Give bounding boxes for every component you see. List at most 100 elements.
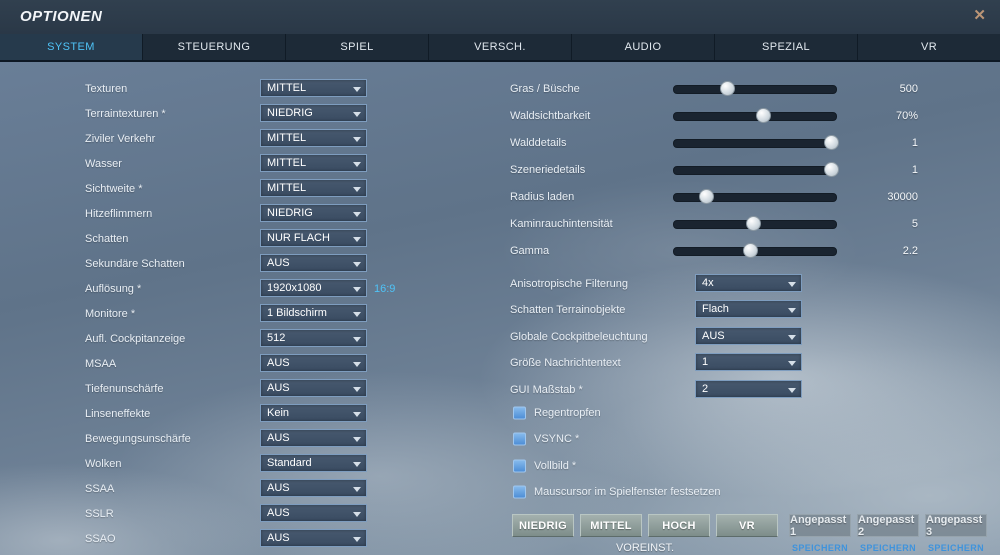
checkbox-regentropfen[interactable] [513, 406, 526, 419]
dropdown-hitzeflimmern[interactable]: NIEDRIG [260, 204, 367, 222]
preset-button-hoch[interactable]: HOCH [648, 514, 710, 537]
button-label: Angepasst 2 [858, 513, 915, 538]
settings-row-aufl-sung: Auflösung * 1920x1080 16:9 [0, 276, 500, 301]
dropdown-gr-e-nachrichtentext[interactable]: 1 [695, 353, 802, 371]
close-icon[interactable]: ✕ [973, 8, 986, 24]
slider-handle[interactable] [746, 216, 762, 231]
chevron-down-icon [353, 262, 361, 267]
slider-handle[interactable] [824, 162, 840, 177]
slider-track-gras-b-sche[interactable] [673, 81, 837, 96]
save-link-1[interactable]: SPEICHERN [789, 543, 851, 553]
setting-label: Tiefenunschärfe [85, 382, 164, 395]
dropdown-schatten[interactable]: NUR FLACH [260, 229, 367, 247]
tab-label: AUDIO [624, 41, 662, 53]
dropdown-sslr[interactable]: AUS [260, 504, 367, 522]
setting-label: Monitore * [85, 307, 136, 320]
chevron-down-icon [353, 387, 361, 392]
tab-system[interactable]: SYSTEM [0, 34, 143, 60]
custom-button-angepasst-1[interactable]: Angepasst 1 [789, 514, 851, 538]
tab-versch[interactable]: VERSCH. [429, 34, 572, 60]
settings-panel: Texturen MITTEL Terraintexturen * NIEDRIG Zi… [0, 62, 1000, 555]
dropdown-linseneffekte[interactable]: Kein [260, 404, 367, 422]
tab-steuerung[interactable]: STEUERUNG [143, 34, 286, 60]
save-link-2[interactable]: SPEICHERN [857, 543, 919, 553]
tab-label: VERSCH. [474, 41, 526, 53]
dropdown-gui-ma-stab[interactable]: 2 [695, 380, 802, 398]
preset-button-vr[interactable]: VR [716, 514, 778, 537]
dropdown-tiefenunsch-rfe[interactable]: AUS [260, 379, 367, 397]
chevron-down-icon [353, 337, 361, 342]
dropdown-msaa[interactable]: AUS [260, 354, 367, 372]
setting-label: Schatten [85, 232, 129, 245]
slider-row-gamma: Gamma 2.2 [500, 237, 1000, 264]
dropdown-texturen[interactable]: MITTEL [260, 79, 367, 97]
dropdown-value: MITTEL [267, 132, 307, 144]
checkbox-row-vollbild: Vollbild * [500, 453, 1000, 478]
settings-row-schatten-terrainobjekte: Schatten Terrainobjekte Flach [500, 297, 1000, 322]
slider-value: 500 [899, 82, 918, 95]
tab-vr[interactable]: VR [858, 34, 1000, 60]
setting-label: Gras / Büsche [510, 82, 580, 95]
preset-caption: VOREINST. [615, 542, 675, 554]
dropdown-monitore[interactable]: 1 Bildschirm [260, 304, 367, 322]
slider-track-waldsichtbarkeit[interactable] [673, 108, 837, 123]
chevron-down-icon [353, 87, 361, 92]
tab-label: SPEZIAL [761, 41, 811, 53]
dropdown-bewegungsunsch-rfe[interactable]: AUS [260, 429, 367, 447]
settings-row-terraintexturen: Terraintexturen * NIEDRIG [0, 101, 500, 126]
setting-label: Wasser [85, 157, 122, 170]
chevron-down-icon [353, 212, 361, 217]
dropdown-ziviler-verkehr[interactable]: MITTEL [260, 129, 367, 147]
tab-spezial[interactable]: SPEZIAL [715, 34, 858, 60]
dropdown-schatten-terrainobjekte[interactable]: Flach [695, 300, 802, 318]
dropdown-value: AUS [267, 257, 290, 269]
slider-handle[interactable] [720, 81, 736, 96]
chevron-down-icon [353, 362, 361, 367]
dropdown-ssao[interactable]: AUS [260, 529, 367, 547]
slider-track-radius-laden[interactable] [673, 189, 837, 204]
titlebar: OPTIONEN ✕ [0, 0, 1000, 35]
checkbox-mauscursor-im-spielfenster-festsetzen[interactable] [513, 485, 526, 498]
button-label: HOCH [662, 519, 696, 532]
tab-spiel[interactable]: SPIEL [286, 34, 429, 60]
tab-audio[interactable]: AUDIO [572, 34, 715, 60]
slider-handle[interactable] [699, 189, 715, 204]
dropdown-wolken[interactable]: Standard [260, 454, 367, 472]
settings-row-linseneffekte: Linseneffekte Kein [0, 401, 500, 426]
dropdown-aufl-sung[interactable]: 1920x1080 [260, 279, 367, 297]
preset-button-mittel[interactable]: MITTEL [580, 514, 642, 537]
dropdown-value: NUR FLACH [267, 232, 330, 244]
slider-handle[interactable] [756, 108, 772, 123]
chevron-down-icon [353, 287, 361, 292]
dropdown-wasser[interactable]: MITTEL [260, 154, 367, 172]
slider-track-kaminrauchintensit-t[interactable] [673, 216, 837, 231]
save-link-3[interactable]: SPEICHERN [925, 543, 987, 553]
slider-track-walddetails[interactable] [673, 135, 840, 150]
dropdown-sichtweite[interactable]: MITTEL [260, 179, 367, 197]
slider-value: 1 [911, 136, 918, 149]
settings-row-ziviler-verkehr: Ziviler Verkehr MITTEL [0, 126, 500, 151]
slider-value: 30000 [887, 190, 918, 203]
dropdown-terraintexturen[interactable]: NIEDRIG [260, 104, 367, 122]
preset-button-niedrig[interactable]: NIEDRIG [512, 514, 574, 537]
dropdown-anisotropische-filterung[interactable]: 4x [695, 274, 802, 292]
slider-handle[interactable] [824, 135, 840, 150]
dropdown-sekund-re-schatten[interactable]: AUS [260, 254, 367, 272]
custom-button-angepasst-3[interactable]: Angepasst 3 [925, 514, 987, 538]
checkbox-label: Mauscursor im Spielfenster festsetzen [534, 485, 721, 498]
setting-label: Walddetails [510, 136, 567, 149]
slider-track-szeneriedetails[interactable] [673, 162, 840, 177]
slider-handle[interactable] [743, 243, 759, 258]
chevron-down-icon [353, 312, 361, 317]
chevron-down-icon [353, 412, 361, 417]
chevron-down-icon [353, 162, 361, 167]
custom-button-angepasst-2[interactable]: Angepasst 2 [857, 513, 919, 538]
dropdown-aufl-cockpitanzeige[interactable]: 512 [260, 329, 367, 347]
checkbox-vollbild[interactable] [513, 459, 526, 472]
slider-track-gamma[interactable] [673, 243, 837, 258]
setting-label: SSAA [85, 482, 115, 495]
dropdown-globale-cockpitbeleuchtung[interactable]: AUS [695, 327, 802, 345]
chevron-down-icon [788, 335, 796, 340]
dropdown-ssaa[interactable]: AUS [260, 479, 367, 497]
checkbox-vsync[interactable] [513, 432, 526, 445]
